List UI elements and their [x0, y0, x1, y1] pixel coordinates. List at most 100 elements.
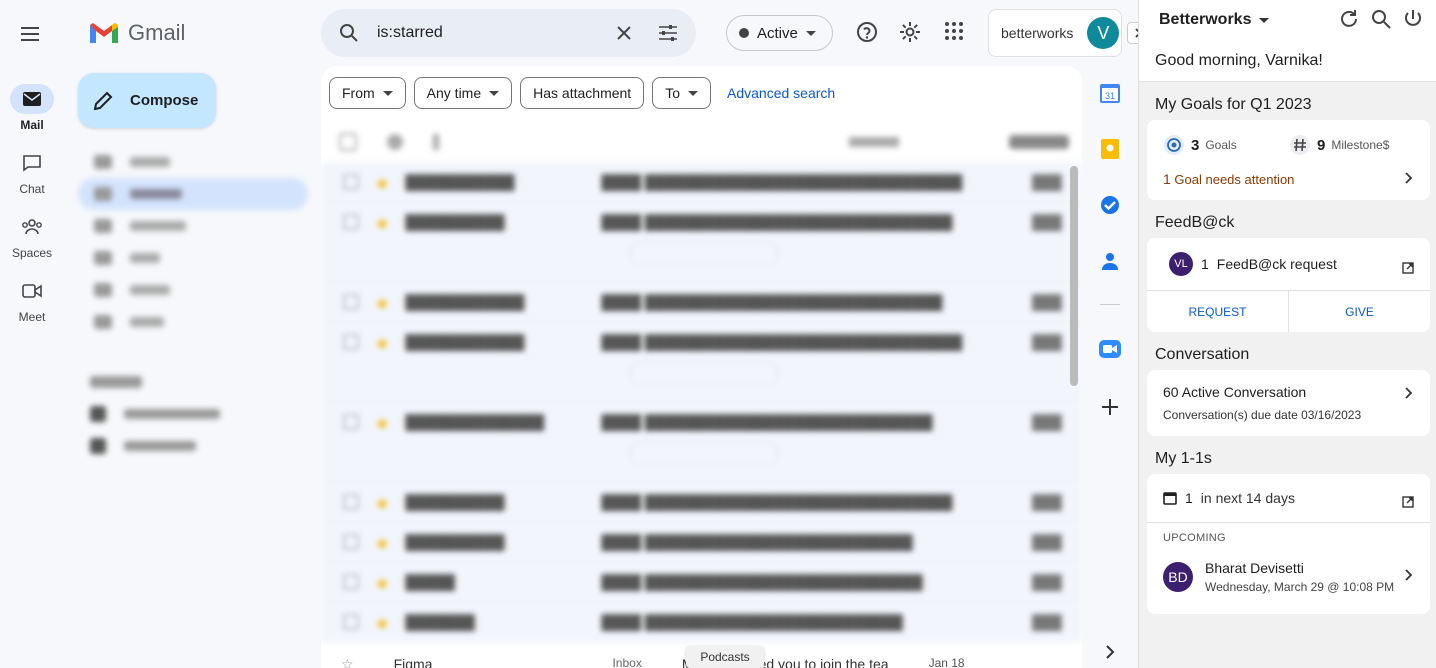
- gmail-logo[interactable]: Gmail: [88, 20, 185, 46]
- goals-count: 3: [1191, 136, 1200, 154]
- request-feedback-button[interactable]: REQUEST: [1147, 291, 1289, 332]
- meeting-time: Wednesday, March 29 @ 10:08 PM: [1205, 580, 1395, 594]
- milestones-count: 9: [1317, 136, 1326, 154]
- filter-chip-time[interactable]: Any time: [413, 77, 513, 109]
- chevron-right-icon[interactable]: [1404, 171, 1414, 185]
- one-on-ones-title: My 1-1s: [1155, 450, 1212, 467]
- table-row[interactable]: ★ ███████ ████ ██████████████████████████ █…: [321, 602, 1082, 642]
- attachment-chip[interactable]: [629, 362, 779, 386]
- table-row[interactable]: ☆ Figma Inbox Morily... invited you to j…: [341, 656, 965, 668]
- table-row[interactable]: ★ ████████████ ████ ██████████████████████…: [321, 322, 1082, 402]
- next-meetings-row[interactable]: 1 in next 14 days: [1163, 490, 1295, 506]
- chip-label: Any time: [426, 85, 482, 101]
- rail-item-spaces[interactable]: Spaces: [0, 212, 64, 260]
- search-icon[interactable]: [1370, 8, 1392, 30]
- power-icon[interactable]: [1402, 8, 1424, 30]
- filter-chip-to[interactable]: To: [652, 77, 711, 109]
- filter-chip-attachment[interactable]: Has attachment: [520, 77, 645, 109]
- mail-icon: [10, 84, 54, 114]
- goals-card[interactable]: 3 Goals 9 Milestone$ 1 Goal needs attent…: [1147, 120, 1430, 200]
- apps-grid-icon[interactable]: [944, 21, 968, 45]
- scrollbar[interactable]: [1070, 166, 1078, 386]
- clear-search-icon[interactable]: [612, 21, 636, 45]
- svg-text:31: 31: [1105, 91, 1115, 101]
- spaces-icon: [10, 212, 54, 242]
- help-icon[interactable]: [856, 21, 880, 45]
- table-row[interactable]: ★ ██████████████ ████ ████████████████████…: [321, 402, 1082, 482]
- attention-label: Goal needs attention: [1174, 172, 1295, 187]
- search-input[interactable]: [377, 24, 612, 42]
- rail-item-mail[interactable]: Mail: [0, 84, 64, 132]
- account-switcher[interactable]: betterworks V: [988, 9, 1122, 57]
- chevron-down-icon[interactable]: [1259, 17, 1270, 23]
- nav-item[interactable]: [78, 210, 308, 242]
- greeting: Good morning, Varnika!: [1139, 40, 1436, 82]
- main-menu-icon[interactable]: [18, 22, 42, 46]
- nav-item[interactable]: [78, 306, 308, 338]
- conversation-card[interactable]: 60 Active Conversation Conversation(s) d…: [1147, 370, 1430, 436]
- gmail-m-icon: [90, 23, 118, 43]
- external-link-icon[interactable]: [1402, 262, 1414, 274]
- nav-item[interactable]: [78, 146, 308, 178]
- nav-item[interactable]: [78, 178, 308, 210]
- status-dot: [739, 28, 749, 38]
- tasks-icon[interactable]: [1099, 194, 1121, 216]
- status-selector[interactable]: Active: [726, 15, 833, 51]
- gear-icon[interactable]: [899, 21, 923, 45]
- contacts-icon[interactable]: [1099, 250, 1121, 272]
- date-text: Jan 18: [928, 656, 965, 668]
- addon-rail: 31: [1090, 66, 1130, 668]
- upcoming-meeting-row[interactable]: BD Bharat Devisetti Wednesday, March 29 …: [1163, 560, 1394, 594]
- rail-item-label: Meet: [18, 310, 46, 324]
- keep-icon[interactable]: [1099, 138, 1121, 160]
- search-icon[interactable]: [337, 21, 361, 45]
- filter-chips: From Any time Has attachment To Advanced…: [329, 77, 835, 109]
- attachment-chip[interactable]: [629, 242, 779, 266]
- app-name: Gmail: [128, 20, 186, 45]
- table-row[interactable]: ★ ████████████ ████ ██████████████████████…: [321, 282, 1082, 322]
- search-options-icon[interactable]: [656, 21, 680, 45]
- next-count: 1: [1185, 490, 1193, 506]
- compose-button[interactable]: Compose: [78, 73, 216, 128]
- pencil-icon: [93, 91, 113, 110]
- chip-label: To: [665, 85, 680, 101]
- panel-title[interactable]: Betterworks: [1159, 11, 1251, 29]
- attachment-chip[interactable]: [629, 442, 779, 466]
- advanced-search-link[interactable]: Advanced search: [727, 85, 835, 101]
- table-row[interactable]: ★ ██████████ ████ ████████████████████████…: [321, 202, 1082, 282]
- table-row[interactable]: ★ ███████████ ████ ███████████████████████…: [321, 162, 1082, 202]
- betterworks-panel: Betterworks Good morning, Varnika! My Go…: [1138, 0, 1436, 668]
- give-feedback-button[interactable]: GIVE: [1289, 291, 1430, 332]
- status-label: Active: [757, 24, 798, 42]
- tooltip: Podcasts: [686, 646, 764, 668]
- external-link-icon[interactable]: [1402, 496, 1414, 508]
- zoom-icon[interactable]: [1099, 338, 1121, 360]
- table-row[interactable]: ★ █████ ████ ████████████████████████████ █…: [321, 562, 1082, 602]
- calendar-icon[interactable]: 31: [1099, 82, 1121, 104]
- calendar-icon: [1163, 492, 1177, 505]
- feedback-card: VL 1 FeedB@ck request REQUEST GIVE: [1147, 238, 1430, 332]
- attention-text[interactable]: 1 Goal needs attention: [1163, 171, 1294, 187]
- add-addon-icon[interactable]: [1099, 396, 1121, 418]
- label-item[interactable]: [90, 430, 300, 462]
- chevron-right-icon[interactable]: [1404, 386, 1414, 400]
- feedback-request-row[interactable]: VL 1 FeedB@ck request: [1169, 252, 1337, 276]
- upcoming-label: UPCOMING: [1163, 532, 1226, 544]
- table-row[interactable]: ★ ██████████ ████ ████████████████████████…: [321, 522, 1082, 562]
- refresh-icon[interactable]: [1338, 8, 1360, 30]
- nav-item[interactable]: [78, 274, 308, 306]
- chevron-right-icon[interactable]: [1099, 641, 1121, 663]
- filter-chip-from[interactable]: From: [329, 77, 406, 109]
- folder-nav: [78, 146, 308, 338]
- person-name: Bharat Devisetti: [1205, 560, 1304, 576]
- label-item[interactable]: [90, 398, 300, 430]
- hash-icon: [1290, 135, 1310, 155]
- rail-item-chat[interactable]: Chat: [0, 148, 64, 196]
- chevron-right-icon[interactable]: [1404, 568, 1414, 582]
- table-row[interactable]: ★ ██████████ ████ ████████████████████████…: [321, 482, 1082, 522]
- rail-item-meet[interactable]: Meet: [0, 276, 64, 324]
- nav-item[interactable]: [78, 242, 308, 274]
- avatar: V: [1087, 17, 1120, 49]
- sender-name: Figma: [393, 656, 433, 668]
- list-toolbar: [321, 122, 1082, 162]
